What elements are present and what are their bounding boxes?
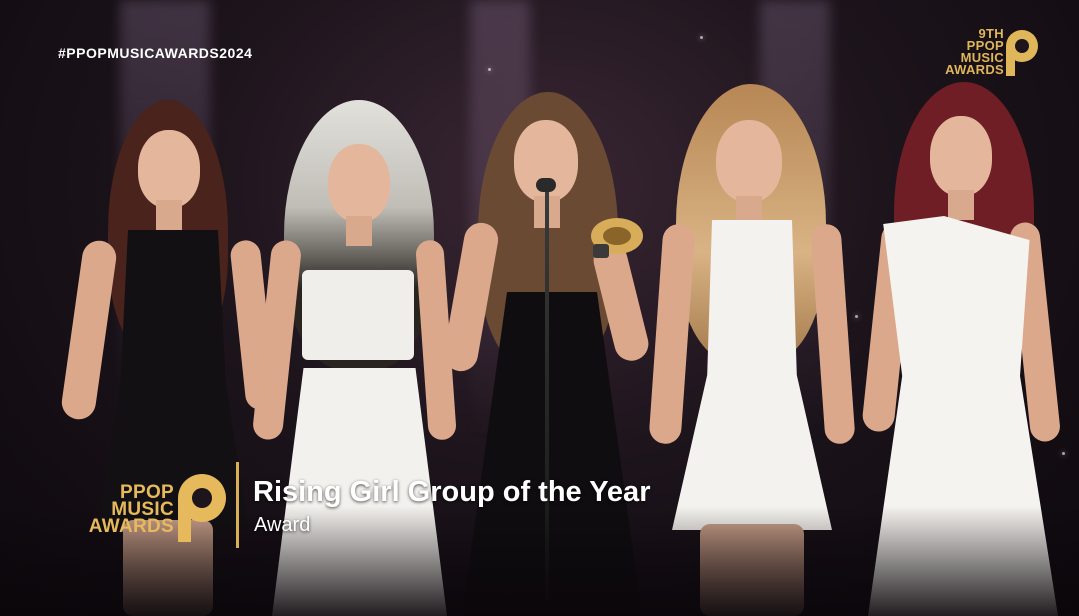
microphone-icon [536, 178, 556, 192]
hashtag-label: #PPOPMUSICAWARDS2024 [58, 45, 253, 61]
award-title: Rising Girl Group of the Year [253, 476, 651, 508]
ppop-p-logo-icon [1006, 30, 1038, 76]
lower-third-logo-text: PPOP MUSIC AWARDS [56, 483, 174, 537]
sparkle [488, 68, 491, 71]
trophy-icon [591, 218, 643, 258]
ppop-p-logo-icon [178, 474, 226, 542]
lower-third-divider [236, 462, 239, 548]
corner-logo-line: AWARDS [945, 62, 1004, 77]
award-subtitle: Award [254, 514, 311, 536]
lower-third-caption: PPOP MUSIC AWARDS Rising Girl Group of t… [56, 462, 756, 552]
video-frame: #PPOPMUSICAWARDS2024 9TH PPOP MUSIC AWAR… [0, 0, 1079, 616]
lower-third-logo-line: AWARDS [88, 516, 174, 537]
corner-logo-text: 9TH PPOP MUSIC AWARDS [920, 27, 1004, 77]
sparkle [700, 36, 703, 39]
sparkle [1062, 452, 1065, 455]
corner-awards-logo: 9TH PPOP MUSIC AWARDS [920, 27, 1044, 82]
lower-third-awards-logo: PPOP MUSIC AWARDS [56, 468, 236, 544]
